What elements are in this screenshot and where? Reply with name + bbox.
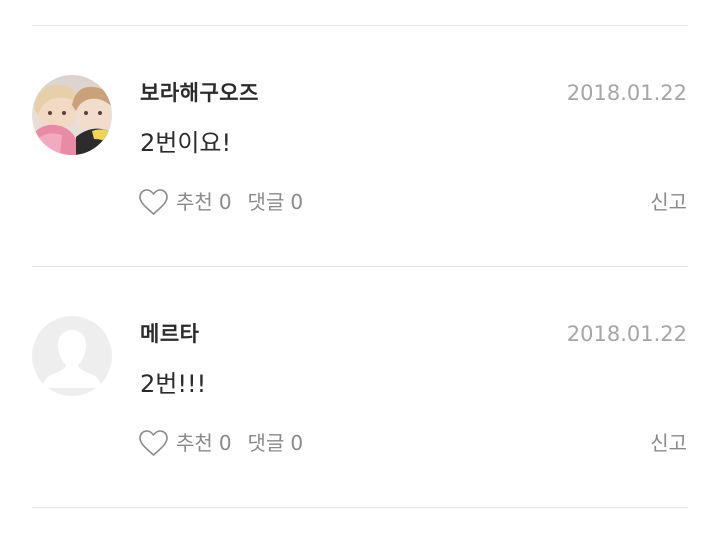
avatar[interactable] — [32, 75, 112, 155]
user-silhouette-icon — [32, 316, 112, 396]
heart-outline-icon — [138, 188, 169, 217]
comment-author[interactable]: 메르타 — [140, 321, 199, 347]
comment-actions: 추천 0 댓글 0 — [138, 186, 303, 218]
reply-count: 0 — [290, 190, 304, 214]
comment-text: 2번!!! — [140, 370, 207, 398]
like-count: 0 — [218, 431, 232, 455]
comment-actions: 추천 0 댓글 0 — [138, 427, 303, 459]
comment-text: 2번이요! — [140, 129, 232, 157]
like-button[interactable]: 추천 0 — [138, 429, 232, 458]
reply-button[interactable]: 댓글 0 — [248, 429, 304, 457]
avatar-photo — [32, 75, 112, 155]
avatar[interactable] — [32, 316, 112, 396]
comment-date: 2018.01.22 — [566, 81, 687, 105]
reply-count: 0 — [290, 431, 304, 455]
like-label: 추천 — [176, 431, 213, 455]
comment-author[interactable]: 보라해구오즈 — [140, 80, 259, 106]
like-count: 0 — [218, 190, 232, 214]
comment-item: 보라해구오즈 2018.01.22 2번이요! 추천 0 댓글 0 신고 — [0, 0, 720, 240]
like-label: 추천 — [176, 190, 213, 214]
bottom-divider — [32, 507, 688, 508]
reply-label: 댓글 — [247, 190, 285, 214]
heart-outline-icon — [138, 429, 169, 458]
like-button[interactable]: 추천 0 — [138, 188, 232, 217]
reply-button[interactable]: 댓글 0 — [248, 188, 304, 216]
comment-date: 2018.01.22 — [566, 322, 687, 346]
report-button[interactable]: 신고 — [650, 429, 687, 457]
comment-item: 메르타 2018.01.22 2번!!! 추천 0 댓글 0 신고 — [0, 241, 720, 481]
reply-label: 댓글 — [247, 431, 285, 455]
report-button[interactable]: 신고 — [650, 188, 687, 216]
